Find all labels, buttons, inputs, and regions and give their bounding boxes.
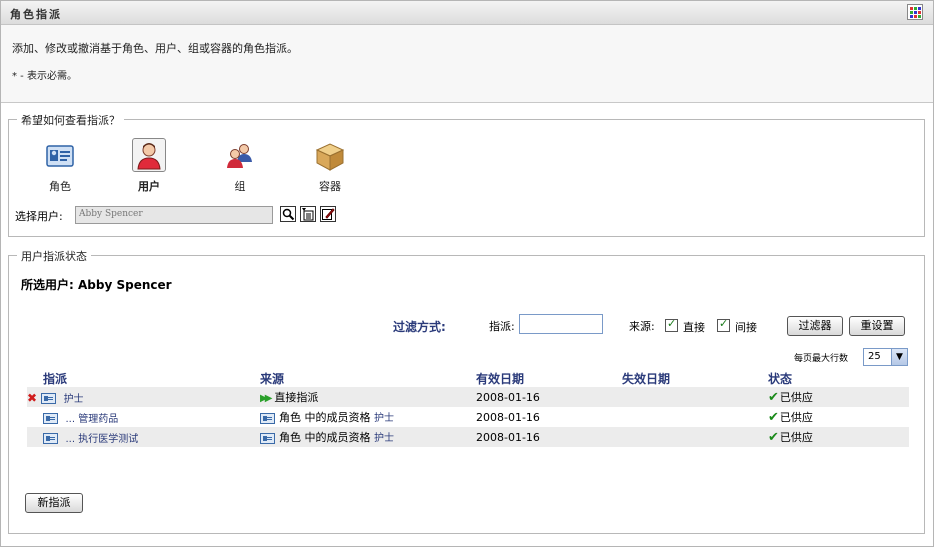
indirect-checkbox[interactable] [717, 317, 730, 332]
selected-user-label: 所选用户: [21, 278, 74, 292]
checkmark-icon: ✔ [768, 390, 779, 405]
view-option-container[interactable]: 容器 [300, 140, 360, 194]
filter-assignment-input[interactable] [519, 314, 603, 334]
assignments-table: 指派 来源 有效日期 失效日期 状态 ✖ 护士 ▶▶ 直接指派 2008-01-1… [27, 369, 909, 447]
table-header-row: 指派 来源 有效日期 失效日期 状态 [27, 369, 909, 387]
rows-per-page-value: 25 [868, 351, 881, 362]
view-option-role[interactable]: 角色 [30, 140, 90, 194]
assignment-link[interactable]: ... 执行医学测试 [66, 434, 139, 445]
checkmark-icon: ✔ [768, 430, 779, 445]
status-text: 已供应 [779, 411, 813, 424]
table-row[interactable]: ... 管理药品 角色 中的成员资格 护士 2008-01-16 ✔已供应 [27, 407, 909, 427]
filter-source-label: 来源: [629, 320, 655, 333]
role-card-icon [44, 140, 76, 172]
reset-button[interactable]: 重设置 [849, 316, 905, 336]
source-role-link[interactable]: 护士 [374, 413, 394, 424]
role-card-icon [43, 433, 58, 444]
panel-title: 角色指派 [10, 8, 62, 21]
expiry-date [622, 407, 768, 427]
delete-icon[interactable]: ✖ [27, 391, 37, 405]
intro-area: 添加、修改或撤消基于角色、用户、组或容器的角色指派。 * - 表示必需。 [1, 25, 933, 103]
selected-user-line: 所选用户: Abby Spencer [21, 276, 172, 293]
view-option-label: 角色 [49, 180, 71, 193]
rows-per-page-select[interactable]: 25 ▼ [863, 348, 908, 366]
effective-date: 2008-01-16 [476, 410, 540, 424]
view-legend: 希望如何查看指派？ [17, 112, 124, 128]
select-user-label: 选择用户: [15, 210, 63, 223]
filter-by-label: 过滤方式: [393, 320, 446, 334]
expiry-date [622, 387, 768, 407]
status-text: 已供应 [779, 391, 813, 404]
expiry-date [622, 427, 768, 447]
filter-button[interactable]: 过滤器 [787, 316, 843, 336]
new-assignment-button[interactable]: 新指派 [25, 493, 83, 513]
filter-assignment-label: 指派: [489, 320, 515, 333]
col-expiry[interactable]: 失效日期 [622, 369, 768, 387]
role-assignment-panel: 角色指派 添加、修改或撤消基于角色、用户、组或容器的角色指派。 * - 表示必需… [0, 0, 934, 547]
source-text: 直接指派 [274, 391, 319, 404]
col-assignment[interactable]: 指派 [27, 369, 260, 387]
role-card-icon [43, 413, 58, 424]
direct-label: 直接 [683, 321, 705, 334]
view-option-label: 用户 [138, 180, 160, 193]
col-source[interactable]: 来源 [260, 369, 476, 387]
chevron-down-icon: ▼ [891, 349, 907, 365]
view-option-label: 组 [234, 180, 246, 193]
required-note: * - 表示必需。 [12, 71, 77, 82]
container-box-icon [314, 140, 346, 172]
table-row[interactable]: ... 执行医学测试 角色 中的成员资格 护士 2008-01-16 ✔已供应 [27, 427, 909, 447]
assignment-status-fieldset: 用户指派状态 所选用户: Abby Spencer 过滤方式: 指派: 来源: … [8, 248, 925, 534]
view-option-label: 容器 [319, 180, 341, 193]
view-option-user[interactable]: 用户 [119, 138, 179, 194]
checkmark-icon: ✔ [768, 410, 779, 425]
edit-pencil-icon[interactable] [320, 206, 336, 222]
col-effective[interactable]: 有效日期 [476, 369, 622, 387]
history-list-icon[interactable] [300, 206, 316, 222]
source-text: 角色 中的成员资格 [279, 411, 371, 424]
role-card-icon [260, 412, 275, 424]
group-icon [224, 140, 256, 172]
indirect-label: 间接 [735, 321, 757, 334]
table-row[interactable]: ✖ 护士 ▶▶ 直接指派 2008-01-16 ✔已供应 [27, 387, 909, 407]
direct-checkbox[interactable] [665, 317, 678, 332]
source-role-link[interactable]: 护士 [374, 433, 394, 444]
effective-date: 2008-01-16 [476, 387, 622, 407]
role-card-icon [260, 432, 275, 444]
assignment-link[interactable]: 护士 [64, 394, 84, 405]
panel-titlebar: 角色指派 [1, 1, 933, 25]
user-icon [132, 138, 166, 172]
view-option-group[interactable]: 组 [210, 140, 270, 194]
source-text: 角色 中的成员资格 [279, 431, 371, 444]
intro-description: 添加、修改或撤消基于角色、用户、组或容器的角色指派。 [12, 42, 298, 55]
selected-user-name: Abby Spencer [78, 278, 172, 292]
rows-per-page-label: 每页最大行数 [794, 354, 849, 364]
select-user-field[interactable]: Abby Spencer [75, 206, 273, 224]
col-status[interactable]: 状态 [768, 369, 909, 387]
view-assignments-fieldset: 希望如何查看指派？ 角色 用户 组 容器 选择用户: Abby Spencer [8, 112, 925, 237]
search-icon[interactable] [280, 206, 296, 222]
status-legend: 用户指派状态 [17, 248, 91, 264]
role-card-icon [41, 393, 57, 404]
effective-date: 2008-01-16 [476, 427, 622, 447]
direct-arrow-icon: ▶▶ [260, 393, 273, 404]
panel-menu-icon[interactable] [907, 4, 923, 20]
status-text: 已供应 [779, 431, 813, 444]
assignment-link[interactable]: ... 管理药品 [66, 414, 119, 425]
